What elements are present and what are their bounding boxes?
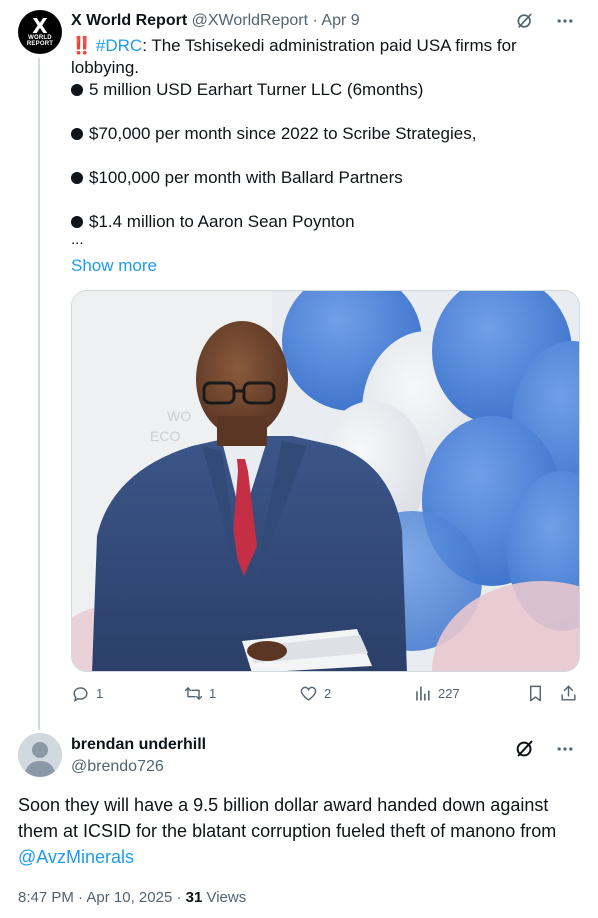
truncation-ellipsis: ... xyxy=(71,231,84,248)
bookmark-button[interactable] xyxy=(526,684,545,703)
reply-icon xyxy=(73,687,88,703)
avatar-logo-text: X xyxy=(32,14,48,38)
svg-text:ECO: ECO xyxy=(150,428,180,444)
default-avatar-icon xyxy=(18,733,62,777)
views-button[interactable]: 227 xyxy=(413,684,460,703)
bullet-icon xyxy=(71,172,83,184)
share-button[interactable] xyxy=(559,684,578,703)
reply-header: brendan underhill @brendo726 xyxy=(71,735,206,777)
tweet-header: X World Report @XWorldReport · Apr 9 xyxy=(71,11,518,31)
bullet-text: 5 million USD Earhart Turner LLC (6month… xyxy=(89,80,424,99)
svg-text:WO: WO xyxy=(167,408,191,424)
tweet-date[interactable]: Apr 9 xyxy=(321,12,359,29)
avatar-x-world-report[interactable]: X WORLD REPORT xyxy=(18,10,62,54)
bullet-item: $70,000 per month since 2022 to Scribe S… xyxy=(71,123,576,145)
bookmark-icon xyxy=(530,685,541,702)
hashtag-link[interactable]: #DRC xyxy=(96,36,142,55)
bullet-icon xyxy=(71,84,83,96)
avatar-brendan-underhill[interactable] xyxy=(18,733,62,777)
reply-meta: 8:47 PM · Apr 10, 2025 · 31 Views xyxy=(18,888,246,908)
tweet-top-actions xyxy=(514,10,576,32)
grok-icon[interactable] xyxy=(514,10,536,32)
header-separator: · xyxy=(312,12,318,29)
tweet-actions: 1 1 2 227 xyxy=(71,684,581,708)
bullet-text: $1.4 million to Aaron Sean Poynton xyxy=(89,212,355,231)
tweet-media-photo[interactable]: WO ECO xyxy=(71,290,580,672)
like-button[interactable]: 2 xyxy=(299,684,331,703)
bullet-item: $1.4 million to Aaron Sean Poynton xyxy=(71,211,576,233)
tweet-intro-line: ‼️ #DRC: The Tshisekedi administration p… xyxy=(71,35,576,79)
repost-button[interactable]: 1 xyxy=(184,684,216,703)
reply-views-count: 31 xyxy=(185,889,203,906)
alert-emoji: ‼️ xyxy=(71,36,92,55)
reply-time[interactable]: 8:47 PM xyxy=(18,889,74,906)
reply-button[interactable]: 1 xyxy=(71,684,103,703)
reply-count: 1 xyxy=(96,686,104,701)
views-count: 227 xyxy=(438,686,460,701)
reply-top-actions xyxy=(514,738,576,760)
repost-count: 1 xyxy=(209,686,217,701)
author-name[interactable]: X World Report xyxy=(71,12,187,29)
reply-date[interactable]: Apr 10, 2025 xyxy=(86,889,172,906)
reply-text: Soon they will have a 9.5 billion dollar… xyxy=(18,792,578,870)
photo-illustration: WO ECO xyxy=(72,291,579,671)
thread-line xyxy=(38,58,40,730)
bullet-text: $100,000 per month with Ballard Partners xyxy=(89,168,403,187)
meta-separator: · xyxy=(73,889,87,906)
mention-link[interactable]: @AvzMinerals xyxy=(18,847,134,867)
reply-text-body: Soon they will have a 9.5 billion dollar… xyxy=(18,795,557,841)
tweet-text: ‼️ #DRC: The Tshisekedi administration p… xyxy=(71,35,576,255)
repost-icon xyxy=(184,687,203,700)
reply-views-label: Views xyxy=(202,889,247,906)
like-count: 2 xyxy=(324,686,332,701)
share-icon xyxy=(561,685,576,701)
author-handle[interactable]: @XWorldReport xyxy=(192,12,308,29)
reply-author-handle[interactable]: @brendo726 xyxy=(71,757,206,777)
bullet-item: $100,000 per month with Ballard Partners xyxy=(71,167,576,189)
views-icon xyxy=(416,686,430,701)
like-icon xyxy=(300,686,317,701)
bullet-text: $70,000 per month since 2022 to Scribe S… xyxy=(89,124,477,143)
meta-separator: · xyxy=(172,889,186,906)
bullet-item: 5 million USD Earhart Turner LLC (6month… xyxy=(71,79,576,101)
bullet-icon xyxy=(71,216,83,228)
bullet-icon xyxy=(71,128,83,140)
avatar-logo-subtext: WORLD REPORT xyxy=(26,35,54,47)
more-icon[interactable] xyxy=(554,10,576,32)
grok-icon[interactable] xyxy=(514,738,536,760)
more-icon[interactable] xyxy=(554,738,576,760)
reply-author-name[interactable]: brendan underhill xyxy=(71,735,206,755)
show-more-link[interactable]: Show more xyxy=(71,255,157,277)
